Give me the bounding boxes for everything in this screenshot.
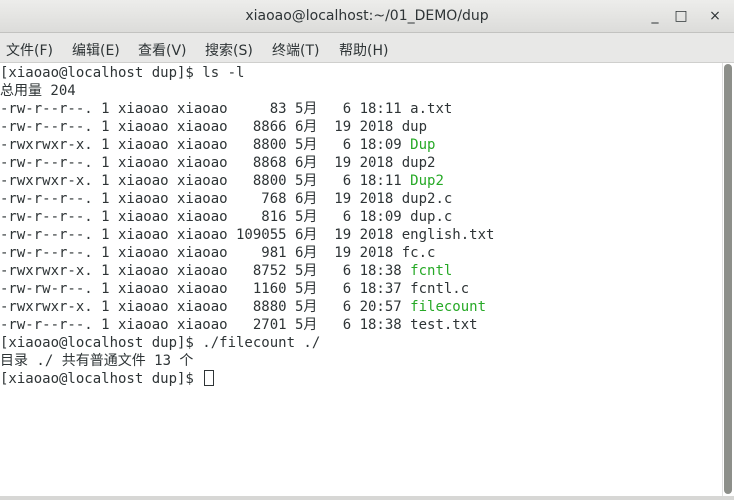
file-entry: -rw-r--r--. 1 xiaoao xiaoao 8868 6月 19 2…	[0, 154, 435, 172]
file-entry-meta: -rwxrwxr-x. 1 xiaoao xiaoao 8800 5月 6 18…	[0, 137, 411, 153]
title-bar: xiaoao@localhost:~/01_DEMO/dup _ □ ×	[0, 0, 734, 33]
file-entry-meta: -rw-r--r--. 1 xiaoao xiaoao 2701 5月 6 18…	[0, 317, 411, 333]
terminal-total-line: 总用量 204	[0, 83, 76, 99]
file-name: dup2	[401, 155, 436, 171]
terminal-cursor	[204, 370, 215, 386]
file-name-executable: Dup2	[410, 173, 444, 189]
terminal-prompt-line: [xiaoao@localhost dup]$ ls -l	[0, 65, 245, 81]
terminal-output-line: 目录 ./ 共有普通文件 13 个	[0, 353, 194, 369]
file-entry: -rw-r--r--. 1 xiaoao xiaoao 8866 6月 19 2…	[0, 118, 427, 136]
file-entry-meta: -rw-r--r--. 1 xiaoao xiaoao 981 6月 19 20…	[0, 245, 402, 261]
menu-search[interactable]: 搜索(S)	[205, 40, 253, 60]
file-entry: -rw-r--r--. 1 xiaoao xiaoao 816 5月 6 18:…	[0, 208, 452, 226]
file-entry-meta: -rwxrwxr-x. 1 xiaoao xiaoao 8880 5月 6 20…	[0, 299, 411, 315]
terminal-prompt-text: [xiaoao@localhost dup]$	[0, 371, 203, 387]
file-entry: -rw-r--r--. 1 xiaoao xiaoao 768 6月 19 20…	[0, 190, 452, 208]
menu-help[interactable]: 帮助(H)	[339, 40, 388, 60]
file-entry: -rwxrwxr-x. 1 xiaoao xiaoao 8752 5月 6 18…	[0, 262, 452, 280]
file-name: dup2.c	[401, 191, 453, 207]
file-entry: -rwxrwxr-x. 1 xiaoao xiaoao 8880 5月 6 20…	[0, 298, 486, 316]
file-entry-meta: -rw-r--r--. 1 xiaoao xiaoao 109055 6月 19…	[0, 227, 402, 243]
file-entry-meta: -rw-r--r--. 1 xiaoao xiaoao 8866 6月 19 2…	[0, 119, 402, 135]
file-name-executable: Dup	[410, 137, 436, 153]
file-entry: -rw-r--r--. 1 xiaoao xiaoao 981 6月 19 20…	[0, 244, 435, 262]
file-name: test.txt	[410, 317, 478, 333]
file-entry-meta: -rw-r--r--. 1 xiaoao xiaoao 768 6月 19 20…	[0, 191, 402, 207]
close-button[interactable]: ×	[704, 6, 726, 26]
file-entry-meta: -rw-r--r--. 1 xiaoao xiaoao 83 5月 6 18:1…	[0, 101, 411, 117]
file-entry-meta: -rw-r--r--. 1 xiaoao xiaoao 8868 6月 19 2…	[0, 155, 402, 171]
file-entry-meta: -rwxrwxr-x. 1 xiaoao xiaoao 8752 5月 6 18…	[0, 263, 411, 279]
file-entry: -rwxrwxr-x. 1 xiaoao xiaoao 8800 5月 6 18…	[0, 136, 435, 154]
file-entry-meta: -rw-r--r--. 1 xiaoao xiaoao 816 5月 6 18:…	[0, 209, 411, 225]
menu-file[interactable]: 文件(F)	[6, 40, 53, 60]
terminal-command-line: [xiaoao@localhost dup]$ ./filecount ./	[0, 335, 321, 351]
menu-view[interactable]: 查看(V)	[138, 40, 187, 60]
file-name: fcntl.c	[410, 281, 470, 297]
file-name: a.txt	[410, 101, 453, 117]
menu-terminal[interactable]: 终端(T)	[272, 40, 319, 60]
window-bottom-edge	[0, 496, 734, 500]
terminal-current-prompt: [xiaoao@localhost dup]$	[0, 370, 215, 388]
file-name: english.txt	[401, 227, 495, 243]
file-name: dup.c	[410, 209, 453, 225]
file-name: fc.c	[401, 245, 436, 261]
file-name-executable: filecount	[410, 299, 487, 315]
terminal-area[interactable]: [xiaoao@localhost dup]$ ls -l 总用量 204 -r…	[0, 63, 722, 500]
file-entry-meta: -rw-rw-r--. 1 xiaoao xiaoao 1160 5月 6 18…	[0, 281, 411, 297]
menu-edit[interactable]: 编辑(E)	[72, 40, 120, 60]
file-entry-meta: -rwxrwxr-x. 1 xiaoao xiaoao 8800 5月 6 18…	[0, 173, 411, 189]
file-name-executable: fcntl	[410, 263, 453, 279]
file-entry: -rw-r--r--. 1 xiaoao xiaoao 2701 5月 6 18…	[0, 316, 478, 334]
menu-bar: 文件(F) 编辑(E) 查看(V) 搜索(S) 终端(T) 帮助(H)	[0, 33, 734, 63]
window-title: xiaoao@localhost:~/01_DEMO/dup	[245, 8, 489, 24]
file-entry: -rw-rw-r--. 1 xiaoao xiaoao 1160 5月 6 18…	[0, 280, 469, 298]
scrollbar-thumb[interactable]	[724, 64, 732, 494]
file-entry: -rw-r--r--. 1 xiaoao xiaoao 109055 6月 19…	[0, 226, 494, 244]
minimize-button[interactable]: _	[644, 6, 666, 26]
file-name: dup	[401, 119, 428, 135]
file-entry: -rwxrwxr-x. 1 xiaoao xiaoao 8800 5月 6 18…	[0, 172, 444, 190]
maximize-button[interactable]: □	[670, 6, 692, 26]
file-entry: -rw-r--r--. 1 xiaoao xiaoao 83 5月 6 18:1…	[0, 100, 452, 118]
